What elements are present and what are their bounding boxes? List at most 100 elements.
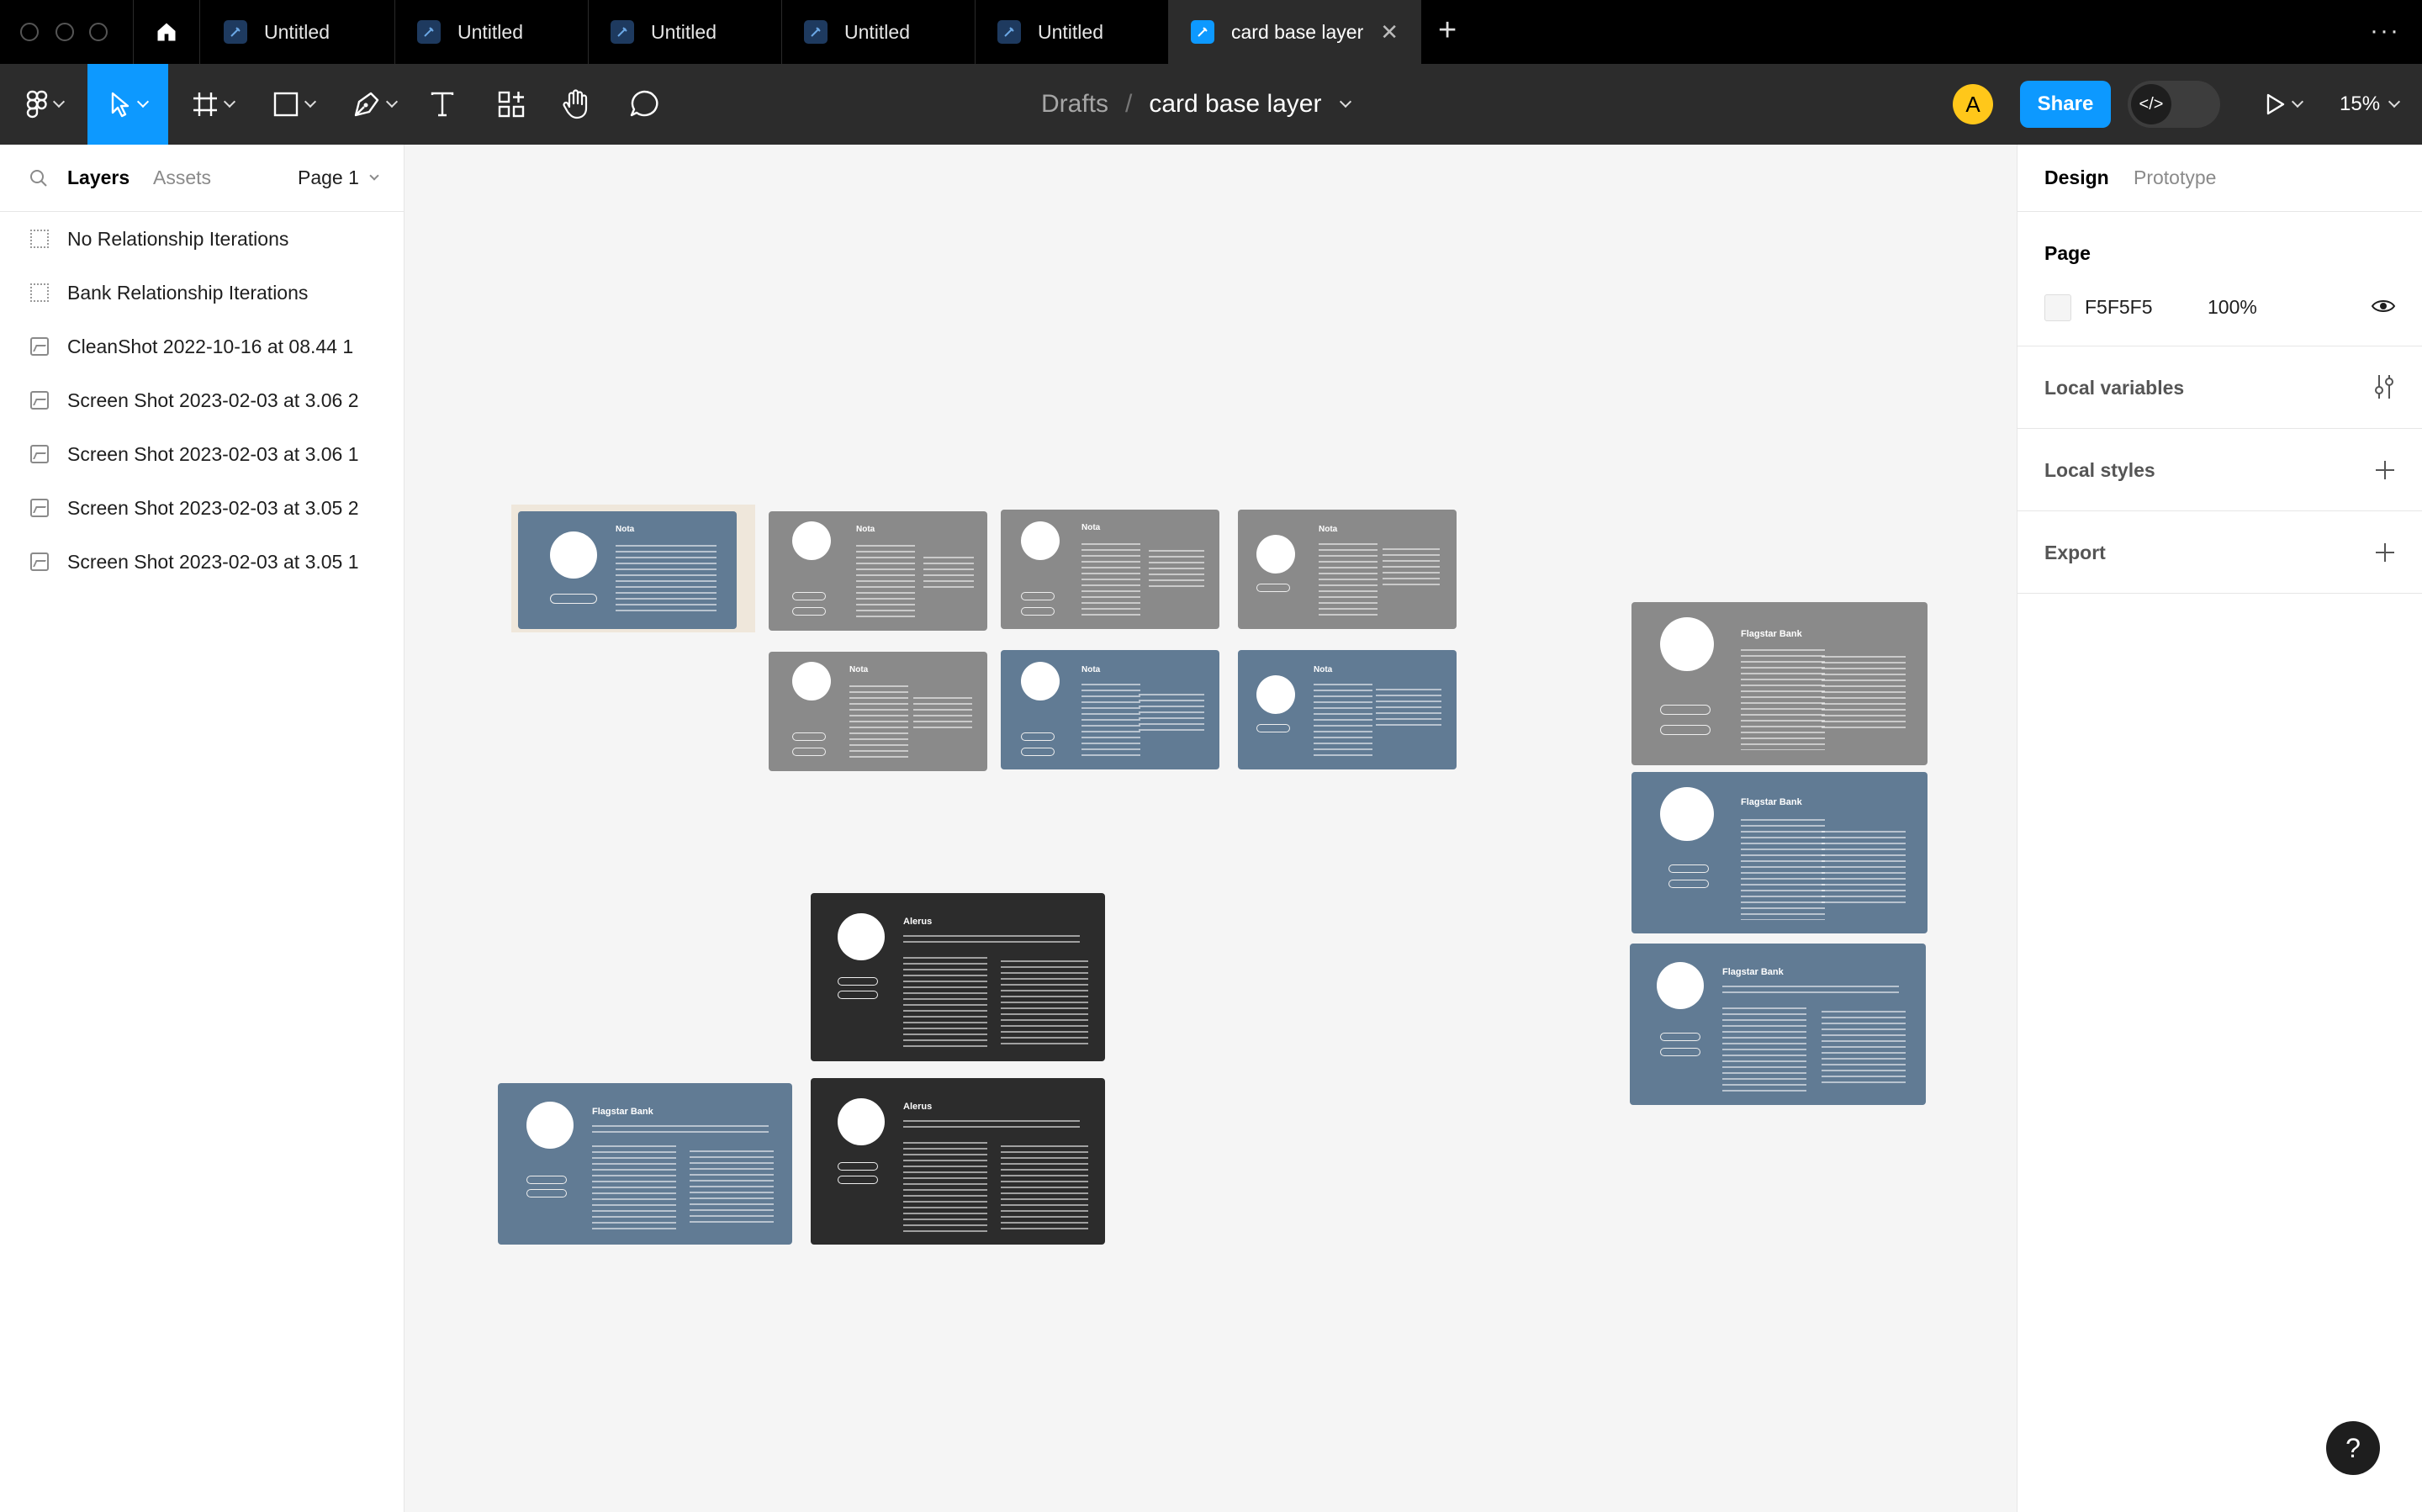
card-title: Nota	[1081, 665, 1101, 674]
figma-logo-icon	[26, 90, 48, 119]
nota-card[interactable]: Nota	[518, 511, 737, 629]
image-icon	[30, 499, 49, 517]
card-title: Flagstar Bank	[1722, 967, 1784, 977]
card-title: Flagstar Bank	[1741, 629, 1802, 639]
move-tool[interactable]	[87, 64, 168, 145]
design-panel-tabs: Design Prototype	[2017, 145, 2422, 212]
file-tab[interactable]: Untitled	[782, 0, 976, 64]
layer-item[interactable]: CleanShot 2022-10-16 at 08.44 1	[0, 320, 405, 373]
hand-tool[interactable]	[558, 64, 595, 145]
nota-card[interactable]: Nota	[1238, 510, 1457, 629]
window-minimize-control[interactable]	[56, 23, 74, 41]
code-icon: </>	[2131, 84, 2171, 124]
local-styles-section[interactable]: Local styles	[2017, 429, 2422, 511]
avatar[interactable]: A	[1953, 84, 1993, 124]
window-zoom-control[interactable]	[89, 23, 108, 41]
dev-mode-toggle[interactable]: </>	[2128, 81, 2220, 128]
layer-item[interactable]: Screen Shot 2023-02-03 at 3.05 2	[0, 481, 405, 535]
alerus-card[interactable]: Alerus	[811, 893, 1105, 1061]
layer-item[interactable]: Screen Shot 2023-02-03 at 3.05 1	[0, 535, 405, 589]
zoom-control[interactable]: 15%	[2340, 64, 2401, 145]
close-tab-icon[interactable]: ✕	[1380, 19, 1399, 45]
chevron-down-icon	[385, 95, 399, 108]
layer-item[interactable]: Screen Shot 2023-02-03 at 3.06 2	[0, 373, 405, 427]
help-button[interactable]: ?	[2326, 1421, 2380, 1475]
file-tab[interactable]: Untitled	[589, 0, 782, 64]
more-icon[interactable]: ···	[2370, 17, 2400, 45]
home-button[interactable]	[133, 0, 200, 64]
local-variables-section[interactable]: Local variables	[2017, 346, 2422, 429]
file-tab[interactable]: Untitled	[202, 0, 395, 64]
new-tab-button[interactable]: +	[1438, 13, 1457, 47]
design-panel: Design Prototype Page F5F5F5 100% Local …	[2017, 145, 2422, 1512]
main-menu-button[interactable]	[15, 64, 74, 145]
add-style-icon[interactable]	[2374, 459, 2396, 481]
eye-icon[interactable]	[2371, 296, 2396, 316]
breadcrumb-drafts[interactable]: Drafts	[1041, 90, 1108, 119]
layer-item[interactable]: No Relationship Iterations	[0, 212, 405, 266]
tab-label: Untitled	[1038, 20, 1103, 43]
frame-icon	[193, 93, 217, 116]
flagstar-card[interactable]: Flagstar Bank	[498, 1083, 792, 1245]
file-tab-active[interactable]: card base layer ✕	[1169, 0, 1421, 64]
comment-tool[interactable]	[626, 64, 663, 145]
page-color-value[interactable]: F5F5F5	[2085, 296, 2153, 319]
tab-layers[interactable]: Layers	[67, 167, 130, 189]
page-section-title: Page	[2044, 242, 2091, 264]
layer-item[interactable]: Screen Shot 2023-02-03 at 3.06 1	[0, 427, 405, 481]
shape-tool[interactable]	[264, 64, 323, 145]
layer-label: Screen Shot 2023-02-03 at 3.06 2	[67, 389, 359, 411]
file-tab[interactable]: Untitled	[976, 0, 1169, 64]
card-title: Nota	[856, 525, 875, 534]
export-section[interactable]: Export	[2017, 511, 2422, 594]
tab-label: card base layer	[1231, 20, 1364, 43]
file-name[interactable]: card base layer	[1149, 90, 1321, 119]
export-title: Export	[2044, 542, 2106, 563]
chevron-down-icon	[2291, 95, 2304, 108]
search-icon[interactable]	[29, 168, 49, 188]
share-button[interactable]: Share	[2020, 81, 2111, 128]
tab-design[interactable]: Design	[2044, 167, 2109, 189]
card-title: Alerus	[903, 1102, 933, 1112]
alerus-card[interactable]: Alerus	[811, 1078, 1105, 1245]
nota-card[interactable]: Nota	[1238, 650, 1457, 769]
variables-settings-icon[interactable]	[2372, 373, 2396, 400]
text-icon	[431, 92, 454, 117]
nota-card[interactable]: Nota	[1001, 650, 1219, 769]
frame-tool[interactable]	[183, 64, 242, 145]
nota-card[interactable]: Nota	[769, 511, 987, 631]
window-close-control[interactable]	[20, 23, 39, 41]
components-icon	[498, 91, 525, 118]
add-export-icon[interactable]	[2374, 542, 2396, 563]
layer-label: Screen Shot 2023-02-03 at 3.06 1	[67, 442, 359, 465]
frame-icon	[30, 230, 49, 248]
flagstar-card[interactable]: Flagstar Bank	[1631, 602, 1928, 765]
comment-icon	[630, 90, 658, 117]
nota-card[interactable]: Nota	[1001, 510, 1219, 629]
layers-panel: Layers Assets Page 1 No Relationship Ite…	[0, 145, 405, 1512]
present-button[interactable]	[2254, 64, 2313, 145]
local-styles-title: Local styles	[2044, 459, 2155, 481]
tab-prototype[interactable]: Prototype	[2134, 167, 2216, 189]
layer-item[interactable]: Bank Relationship Iterations	[0, 266, 405, 320]
tab-label: Untitled	[457, 20, 523, 43]
pen-tool[interactable]	[345, 64, 404, 145]
nota-card[interactable]: Nota	[769, 652, 987, 771]
chevron-down-icon[interactable]	[1340, 95, 1352, 108]
page-selector[interactable]: Page 1	[298, 167, 379, 189]
flagstar-card[interactable]: Flagstar Bank	[1630, 944, 1926, 1105]
resources-tool[interactable]	[493, 64, 530, 145]
text-tool[interactable]	[424, 64, 461, 145]
flagstar-card[interactable]: Flagstar Bank	[1631, 772, 1928, 933]
layer-label: Screen Shot 2023-02-03 at 3.05 2	[67, 496, 359, 519]
layer-label: CleanShot 2022-10-16 at 08.44 1	[67, 335, 354, 357]
breadcrumb: Drafts / card base layer	[1041, 64, 1352, 145]
cursor-icon	[111, 92, 130, 118]
rectangle-icon	[273, 92, 299, 117]
card-title: Nota	[1314, 665, 1333, 674]
tab-assets[interactable]: Assets	[153, 167, 211, 189]
card-title: Alerus	[903, 917, 933, 927]
page-color-swatch[interactable]	[2044, 294, 2071, 321]
file-tab[interactable]: Untitled	[395, 0, 589, 64]
page-opacity-value[interactable]: 100%	[2208, 296, 2257, 319]
